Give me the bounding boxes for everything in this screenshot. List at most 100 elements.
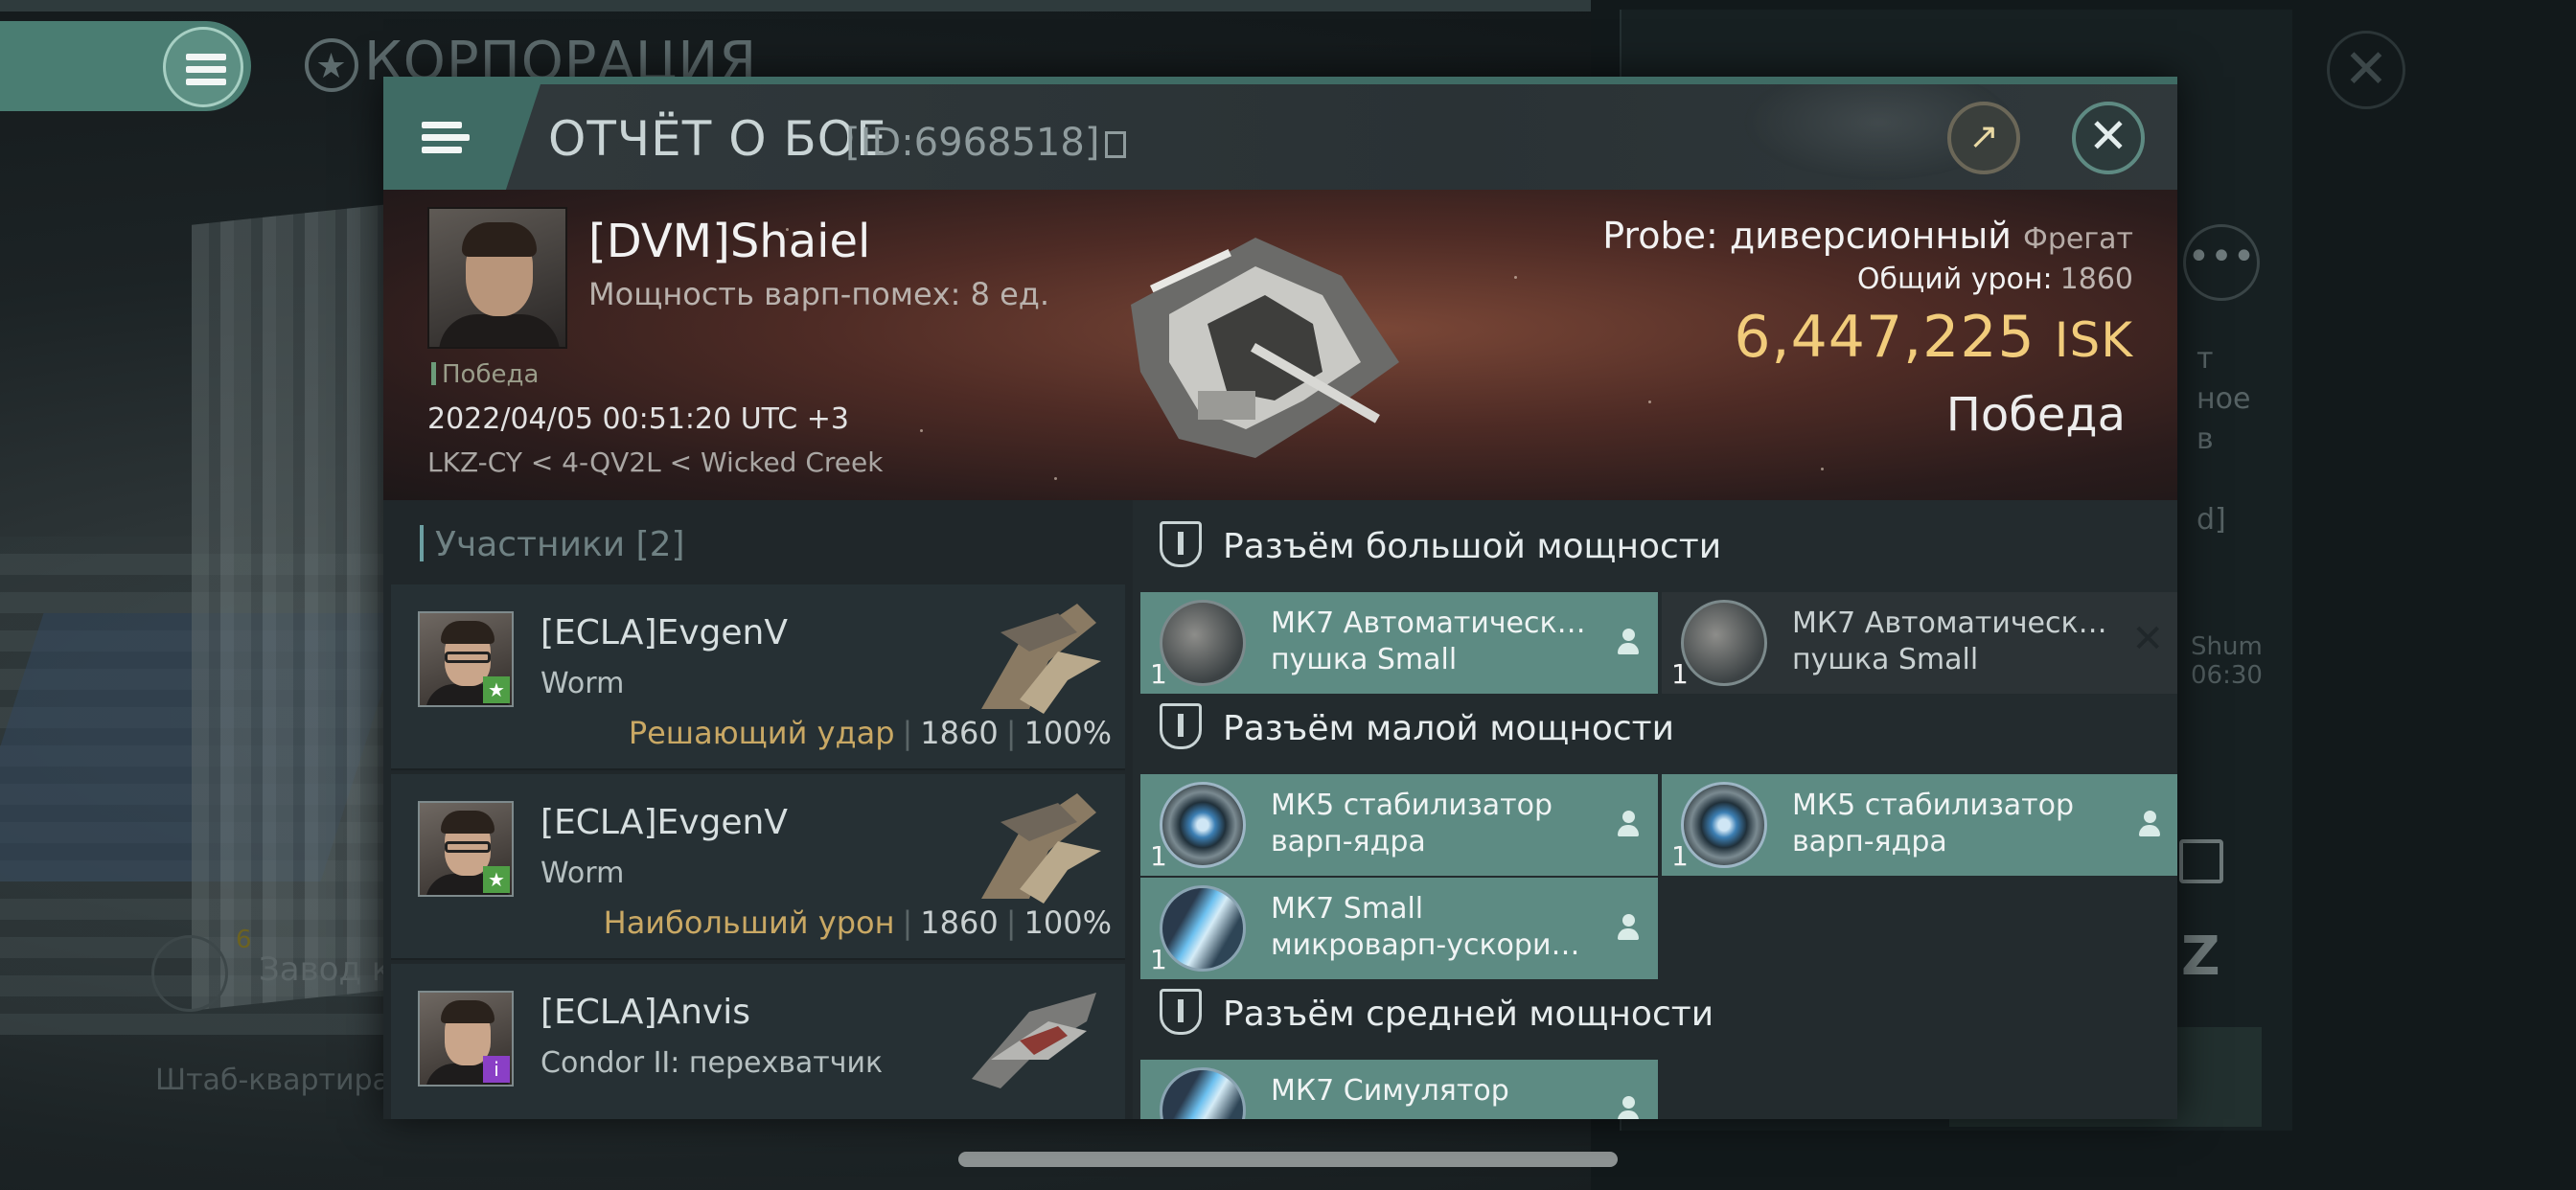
autocannon-icon — [1681, 600, 1767, 686]
side-text-line: в — [2196, 423, 2214, 456]
member-name: Shum — [2191, 632, 2263, 661]
module-name: МК5 стабилизатор варп-ядра — [1792, 788, 2108, 860]
isk-unit: ISK — [2054, 312, 2133, 368]
participant-name: [ECLA]Anvis — [540, 993, 750, 1032]
isk-value: 6,447,225 ISK — [1602, 304, 2133, 371]
side-text-line: т — [2196, 342, 2214, 376]
warp-stabilizer-icon — [1681, 782, 1767, 868]
microwarpdrive-icon — [1160, 885, 1246, 972]
total-damage: Общий урон: 1860 — [1602, 263, 2133, 296]
dropped-person-icon — [1616, 914, 1641, 943]
module-name-line: МК5 стабилизатор — [1792, 789, 2075, 822]
victim-summary: Probe: диверсионный Фрегат Общий урон: 18… — [1602, 215, 2133, 442]
total-damage-label: Общий урон: — [1856, 263, 2053, 296]
mid-slot-header: Разъём средней мощности — [1160, 989, 1714, 1035]
victim-ship[interactable]: Probe: диверсионный Фрегат — [1602, 215, 2133, 257]
module-tile[interactable]: 1 МК5 стабилизатор варп-ядра — [1140, 774, 1658, 876]
participant-damage: 1860 — [920, 904, 999, 941]
factory-label: Завод к — [259, 950, 392, 989]
edit-icon[interactable] — [2179, 839, 2223, 883]
background-close-icon[interactable]: ✕ — [2327, 31, 2405, 109]
side-text-line: d] — [2196, 503, 2226, 537]
victim-panel: [DVM]Shaiel Мощность варп-помех: 8 ед. П… — [383, 190, 2177, 500]
final-blow-tag: Решающий удар — [628, 715, 895, 751]
module-name-line: варп-ядра — [1792, 825, 1947, 858]
participant-name: [ECLA]EvgenV — [540, 803, 788, 842]
participant-row[interactable]: ★ [ECLA]EvgenV Worm Наибольший урон | 1860… — [391, 774, 1125, 960]
mid-slot-label: Разъём средней мощности — [1223, 995, 1714, 1034]
member-time: 06:30 — [2191, 661, 2263, 690]
module-name: МК5 стабилизатор варп-ядра — [1271, 788, 1587, 860]
module-name: МК7 Автоматическая пушка Small — [1271, 606, 1587, 678]
module-name-line: варп-ядра — [1271, 825, 1426, 858]
participant-row[interactable]: ★ [ECLA]EvgenV Worm Решающий удар | 1860 | 1… — [391, 584, 1125, 770]
menu-icon — [186, 54, 226, 85]
dropped-person-icon — [1616, 811, 1641, 839]
report-id-text: [ID:6968518] — [845, 121, 1100, 165]
kill-datetime: 2022/04/05 00:51:20 UTC +3 — [427, 402, 849, 436]
dropped-person-icon — [2137, 811, 2162, 839]
module-name: МК7 Small микроварп-ускорит.... — [1271, 891, 1587, 964]
module-name-line: МК7 Автоматическая — [1792, 606, 2108, 640]
menu-circle[interactable] — [163, 27, 243, 107]
module-tile[interactable]: МК7 Симулятор — [1140, 1060, 1658, 1119]
portrait-hair — [441, 1000, 494, 1023]
module-quantity: 1 — [1671, 658, 1689, 690]
kill-location[interactable]: LKZ-CY < 4-QV2L < Wicked Creek — [427, 446, 883, 478]
low-slot-label: Разъём малой мощности — [1223, 709, 1675, 748]
participant-damage: 1860 — [920, 715, 999, 751]
victim-portrait[interactable] — [427, 207, 567, 349]
close-button[interactable]: ✕ — [2072, 102, 2145, 174]
report-id[interactable]: [ID:6968518] — [845, 121, 1127, 165]
top-damage-tag: Наибольший урон — [603, 904, 895, 941]
battle-outcome: Победа — [1945, 388, 2126, 442]
dropped-person-icon — [1616, 1096, 1641, 1119]
module-name-line: МК7 Small — [1271, 892, 1424, 926]
share-icon[interactable]: ↗ — [1947, 102, 2020, 174]
star — [1054, 477, 1057, 480]
module-tile[interactable]: 1 МК5 стабилизатор варп-ядра — [1662, 774, 2177, 876]
participant-name: [ECLA]EvgenV — [540, 613, 788, 652]
portrait-hair — [441, 811, 494, 834]
participant-ship-image — [981, 604, 1101, 714]
star-badge-icon: ★ — [483, 676, 510, 703]
participant-stats: Наибольший урон | 1860 | 100% — [603, 904, 1112, 941]
background-member-info: Shum 06:30 — [2191, 632, 2263, 690]
module-quantity: 1 — [1671, 840, 1689, 872]
module-tile[interactable]: 1 МК7 Автоматическая пушка Small — [1140, 592, 1658, 694]
participants-panel: Участники [2] ★ [ECLA]EvgenV Worm Решающ… — [383, 500, 1133, 1119]
high-slot-header: Разъём большой мощности — [1160, 521, 1721, 567]
home-indicator[interactable] — [958, 1152, 1618, 1167]
participant-portrait: i — [418, 991, 514, 1087]
module-name-line: МК5 стабилизатор — [1271, 789, 1553, 822]
portrait-body — [439, 314, 560, 347]
factory-item[interactable]: 6 Завод к — [151, 926, 410, 1012]
participant-ship-image — [981, 793, 1101, 904]
victim-name[interactable]: [DVM]Shaiel — [588, 215, 870, 268]
high-slot-icon — [1160, 521, 1202, 567]
mid-slot-icon — [1160, 989, 1202, 1035]
factory-count: 6 — [236, 926, 252, 954]
side-text-line: ное — [2196, 382, 2251, 416]
corporation-menu-button[interactable] — [0, 21, 251, 111]
sleep-settings-icon[interactable]: Z — [2181, 926, 2220, 988]
isk-amount: 6,447,225 — [1734, 304, 2036, 371]
module-name: МК7 Автоматическая пушка Small — [1792, 606, 2108, 678]
dialog-menu-button[interactable] — [383, 84, 540, 190]
participant-percent: 100% — [1024, 715, 1112, 751]
module-name-line: пушка Small — [1792, 643, 1979, 676]
star — [1514, 276, 1517, 279]
participant-ship: Condor II: перехватчик — [540, 1046, 884, 1080]
module-tile[interactable]: 1 МК7 Small микроварп-ускорит.... — [1140, 878, 1658, 979]
star-badge-icon: ★ — [483, 866, 510, 893]
high-slot-label: Разъём большой мощности — [1223, 527, 1722, 566]
portrait-hair — [462, 222, 537, 257]
total-damage-value: 1860 — [2059, 263, 2133, 296]
module-name-line: МК7 Симулятор — [1271, 1074, 1509, 1108]
participant-row[interactable]: i [ECLA]Anvis Condor II: перехватчик — [391, 964, 1125, 1119]
module-tile[interactable]: 1 МК7 Автоматическая пушка Small ✕ — [1662, 592, 2177, 694]
victim-ship-name: Probe: диверсионный — [1602, 215, 2012, 257]
star — [1821, 468, 1824, 470]
copy-icon[interactable] — [1105, 131, 1127, 158]
more-options-icon[interactable]: ••• — [2183, 224, 2260, 301]
